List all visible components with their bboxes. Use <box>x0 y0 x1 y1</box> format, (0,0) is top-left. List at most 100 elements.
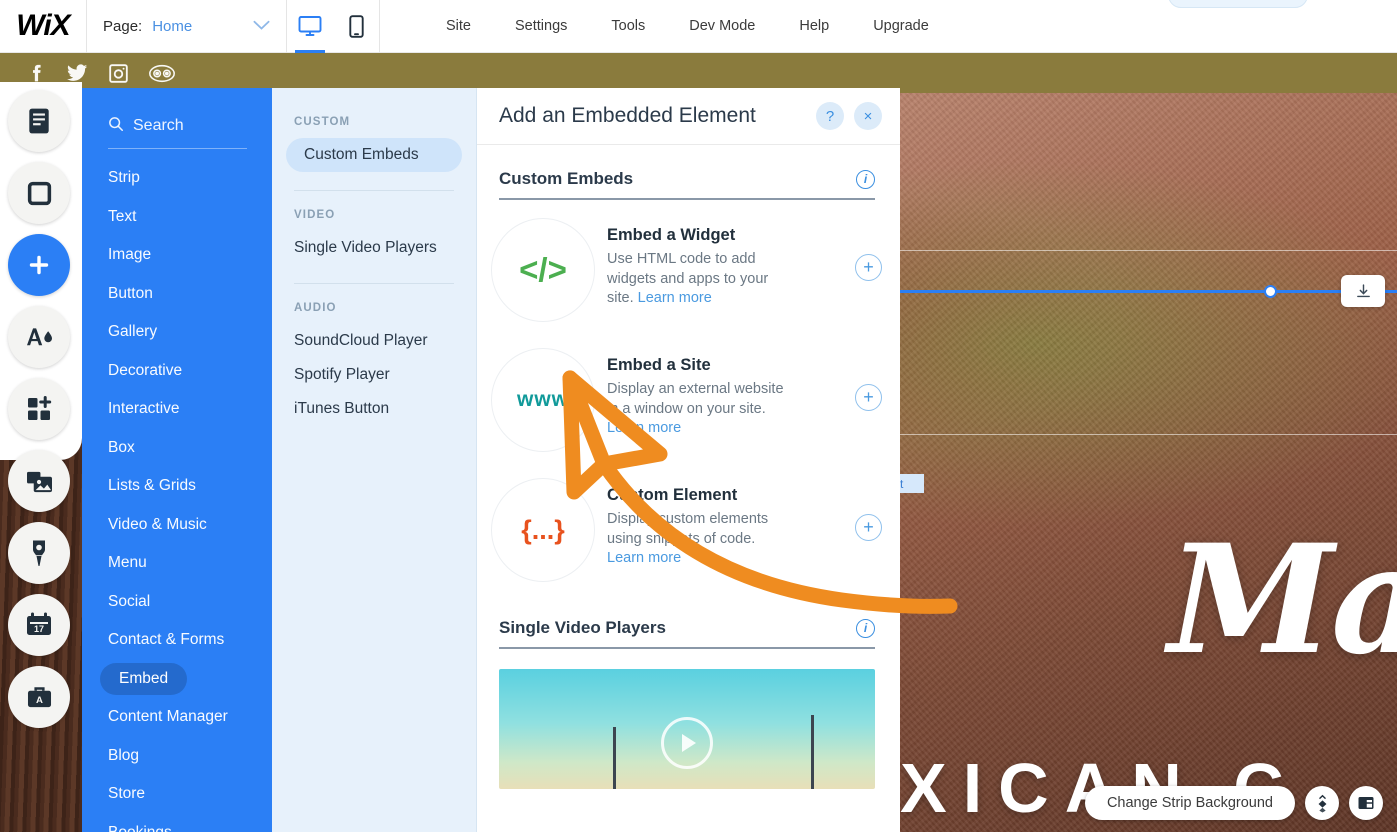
category-item-lists-grids[interactable]: Lists & Grids <box>82 467 272 506</box>
search-divider <box>108 148 247 149</box>
tripadvisor-icon[interactable] <box>149 64 175 83</box>
change-strip-background-button[interactable]: Change Strip Background <box>1084 786 1295 820</box>
page-selector-label: Page: <box>103 17 143 35</box>
add-icon[interactable] <box>8 234 70 296</box>
menu-item-help[interactable]: Help <box>777 0 851 53</box>
page-selector[interactable]: Page: Home <box>87 0 286 53</box>
media-icon[interactable] <box>8 450 70 512</box>
menu-item-site[interactable]: Site <box>424 0 493 53</box>
selection-handle[interactable] <box>1264 285 1277 298</box>
embed-item-row[interactable]: www Embed a Site Display an external websi… <box>477 330 900 460</box>
hero-script-heading[interactable]: Mad <box>1168 525 1397 675</box>
device-switcher[interactable] <box>287 0 379 53</box>
add-element-button[interactable]: + <box>855 384 882 411</box>
subnav-item-itunes-button[interactable]: iTunes Button <box>272 392 476 426</box>
play-icon[interactable] <box>661 717 713 770</box>
category-item-label: Embed <box>100 662 188 695</box>
theme-icon[interactable] <box>8 306 70 368</box>
subnav-group-heading: CUSTOM <box>294 116 351 128</box>
thumb-tower-right <box>811 715 814 789</box>
search-placeholder: Search <box>133 117 184 134</box>
category-item-decorative[interactable]: Decorative <box>82 352 272 391</box>
top-floating-pill[interactable] <box>1168 0 1308 8</box>
add-element-panel[interactable]: Search Strip Text Image Button Gallery Decora… <box>82 88 958 832</box>
layers-icon[interactable] <box>1305 786 1339 820</box>
menu-item-tools[interactable]: Tools <box>589 0 667 53</box>
left-icon-rail[interactable]: 17 A <box>8 90 74 738</box>
embed-item-row[interactable]: </> Embed a Widget Use HTML code to add wi… <box>477 200 900 330</box>
main-menu[interactable]: Site Settings Tools Dev Mode Help Upgrade <box>424 0 951 53</box>
embed-item-description-text: Display custom elements using snippets o… <box>607 511 769 547</box>
section-title: Single Video Players <box>499 618 666 637</box>
category-list[interactable]: Strip Text Image Button Gallery Decorative Int… <box>82 159 272 832</box>
download-icon[interactable] <box>1341 275 1385 307</box>
business-icon[interactable]: A <box>8 666 70 728</box>
chevron-down-icon[interactable] <box>253 19 270 34</box>
wix-logo[interactable]: WiX <box>0 9 86 43</box>
add-element-button[interactable]: + <box>855 254 882 281</box>
category-item-image[interactable]: Image <box>82 236 272 275</box>
page-selector-value: Home <box>152 17 193 35</box>
learn-more-link[interactable]: Learn more <box>638 290 712 306</box>
search-input[interactable]: Search <box>82 106 272 140</box>
sections-icon[interactable] <box>8 162 70 224</box>
twitter-icon[interactable] <box>66 62 88 84</box>
subnav-list[interactable]: CUSTOM Custom Embeds VIDEO Single Video Pla… <box>272 116 476 426</box>
instagram-icon[interactable] <box>108 63 129 84</box>
subnav-item-spotify-player[interactable]: Spotify Player <box>272 358 476 392</box>
subnav-item-single-video-players[interactable]: Single Video Players <box>272 231 476 265</box>
subnav-item-custom-embeds[interactable]: Custom Embeds <box>286 138 462 172</box>
learn-more-link[interactable]: Learn more <box>607 550 681 566</box>
video-players-section-header: Single Video Players i <box>499 618 875 649</box>
category-item-content-manager[interactable]: Content Manager <box>82 698 272 737</box>
menu-item-dev-mode[interactable]: Dev Mode <box>667 0 777 53</box>
subnav-group-heading: AUDIO <box>294 302 337 314</box>
apps-icon[interactable] <box>8 378 70 440</box>
subnav-column[interactable]: CUSTOM Custom Embeds VIDEO Single Video Pla… <box>272 88 477 832</box>
section-title: Custom Embeds <box>499 169 634 188</box>
video-player-thumbnail[interactable] <box>499 669 875 789</box>
blog-icon[interactable] <box>8 522 70 584</box>
category-column[interactable]: Search Strip Text Image Button Gallery Decora… <box>82 88 272 832</box>
embed-thumbnail: www <box>491 348 595 452</box>
category-item-blog[interactable]: Blog <box>82 737 272 776</box>
embed-item-row[interactable]: {...} Custom Element Display custom elemen… <box>477 460 900 590</box>
pages-icon[interactable] <box>8 90 70 152</box>
category-item-button[interactable]: Button <box>82 275 272 314</box>
category-item-strip[interactable]: Strip <box>82 159 272 198</box>
selection-bar[interactable] <box>890 290 1397 293</box>
add-element-button[interactable]: + <box>855 514 882 541</box>
layout-icon[interactable] <box>1349 786 1383 820</box>
close-icon[interactable]: × <box>854 102 882 130</box>
learn-more-link[interactable]: Learn more <box>607 420 681 436</box>
info-icon[interactable]: i <box>856 618 875 638</box>
subnav-group-heading: VIDEO <box>294 209 336 221</box>
menu-item-settings[interactable]: Settings <box>493 0 589 53</box>
category-item-box[interactable]: Box <box>82 429 272 468</box>
facebook-icon[interactable] <box>26 62 46 84</box>
mobile-icon[interactable] <box>333 0 379 53</box>
subnav-item-soundcloud-player[interactable]: SoundCloud Player <box>272 324 476 358</box>
info-icon[interactable]: i <box>856 169 875 189</box>
help-icon[interactable]: ? <box>816 102 844 130</box>
embed-item-description: Display custom elements using snippets o… <box>607 510 791 569</box>
strip-toolbar[interactable]: Change Strip Background <box>1084 786 1383 820</box>
category-item-social[interactable]: Social <box>82 583 272 622</box>
category-item-contact-forms[interactable]: Contact & Forms <box>82 621 272 660</box>
category-item-store[interactable]: Store <box>82 775 272 814</box>
panel-main-column[interactable]: Add an Embedded Element ? × Custom Embed… <box>477 88 900 832</box>
panel-header: Add an Embedded Element ? × <box>477 88 900 145</box>
bookings-icon[interactable]: 17 <box>8 594 70 656</box>
desktop-icon[interactable] <box>287 0 333 53</box>
category-item-bookings[interactable]: Bookings <box>82 814 272 832</box>
social-bar-strip[interactable] <box>0 53 1397 93</box>
category-item-interactive[interactable]: Interactive <box>82 390 272 429</box>
category-item-text[interactable]: Text <box>82 198 272 237</box>
category-item-gallery[interactable]: Gallery <box>82 313 272 352</box>
menu-item-upgrade[interactable]: Upgrade <box>851 0 951 53</box>
category-item-embed[interactable]: Embed <box>82 660 272 699</box>
category-item-video-music[interactable]: Video & Music <box>82 506 272 545</box>
category-item-menu[interactable]: Menu <box>82 544 272 583</box>
embed-item-list[interactable]: </> Embed a Widget Use HTML code to add wi… <box>477 200 900 590</box>
embed-thumbnail: {...} <box>491 478 595 582</box>
